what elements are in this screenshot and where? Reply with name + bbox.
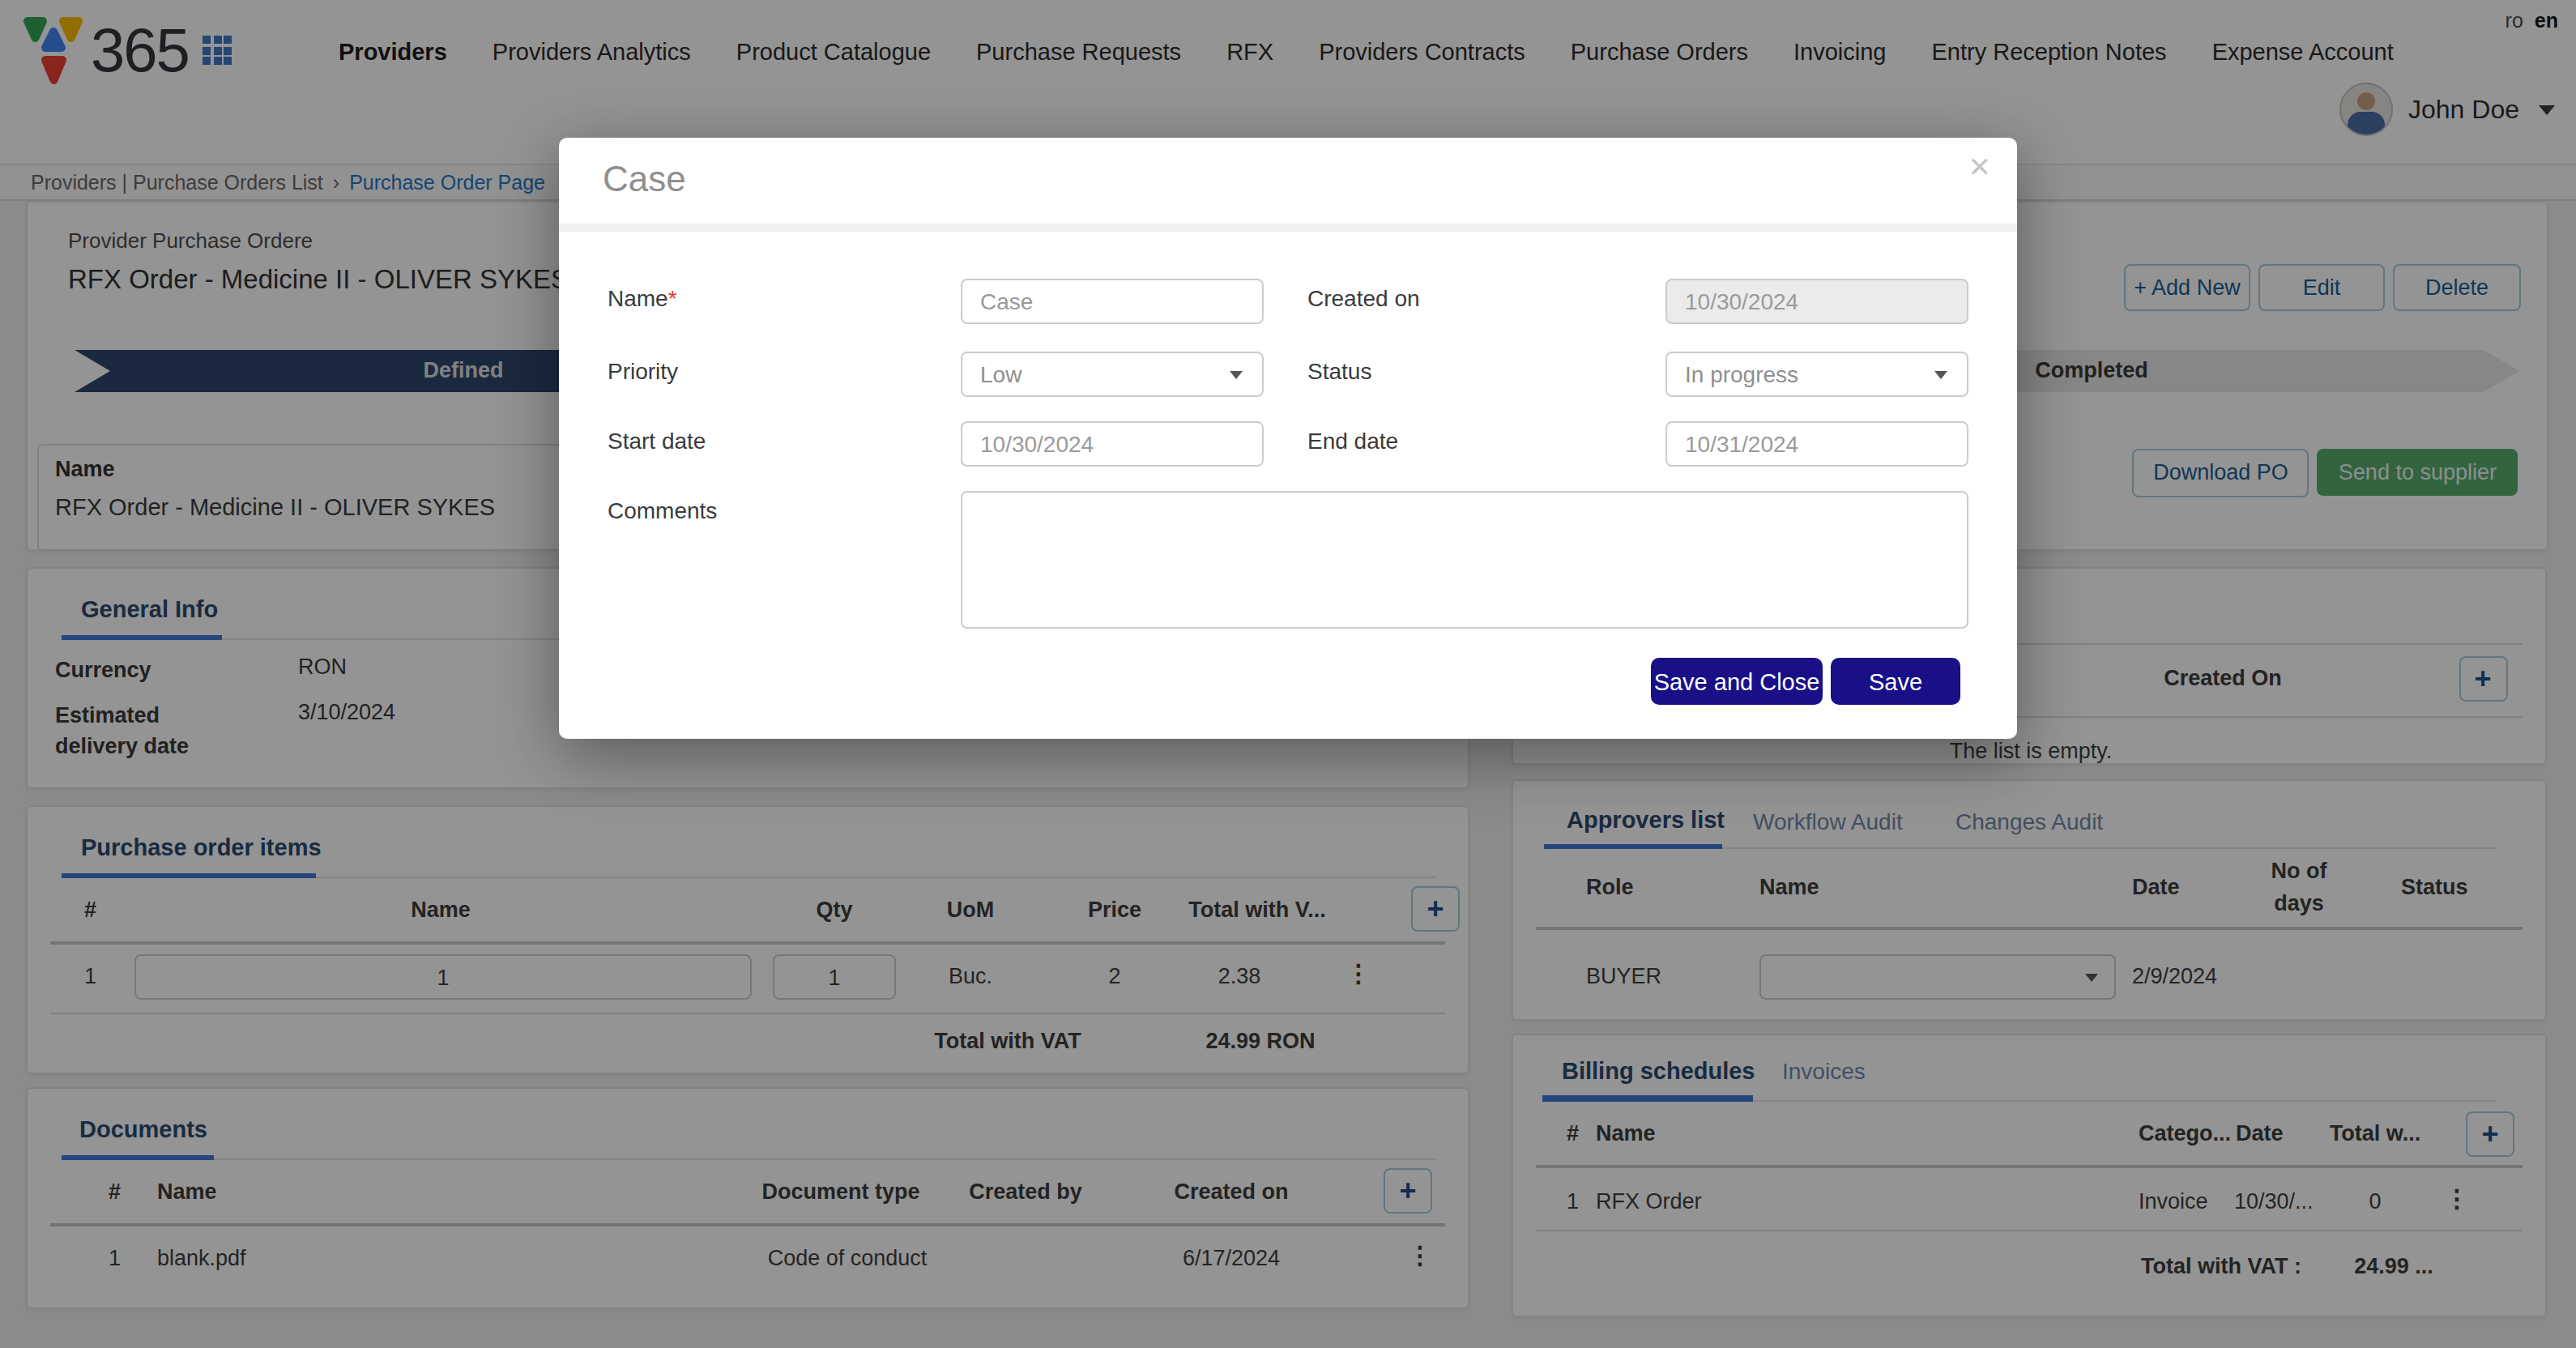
save-button[interactable]: Save — [1831, 658, 1960, 705]
field-start-date-label: Start date — [608, 427, 706, 453]
case-dialog: Case ✕ Name* Created on Priority Low Sta… — [559, 137, 2017, 739]
dialog-title: Case — [603, 158, 686, 200]
field-created-on-label: Created on — [1307, 284, 1420, 310]
field-name-input[interactable] — [961, 278, 1264, 323]
field-created-on-input — [1665, 278, 1968, 323]
field-priority-select[interactable]: Low — [961, 351, 1264, 396]
dialog-close-button[interactable]: ✕ — [1968, 150, 1992, 184]
field-comments-label: Comments — [608, 497, 717, 523]
field-end-date-label: End date — [1307, 427, 1398, 453]
save-and-close-button[interactable]: Save and Close — [1651, 658, 1823, 705]
field-priority-label: Priority — [608, 357, 678, 383]
field-start-date-input[interactable] — [961, 420, 1264, 466]
field-comments-textarea[interactable] — [961, 491, 1968, 629]
field-status-label: Status — [1307, 357, 1371, 383]
field-name-label: Name* — [608, 284, 677, 310]
field-end-date-input[interactable] — [1665, 420, 1968, 466]
field-status-select[interactable]: In progress — [1665, 351, 1968, 396]
